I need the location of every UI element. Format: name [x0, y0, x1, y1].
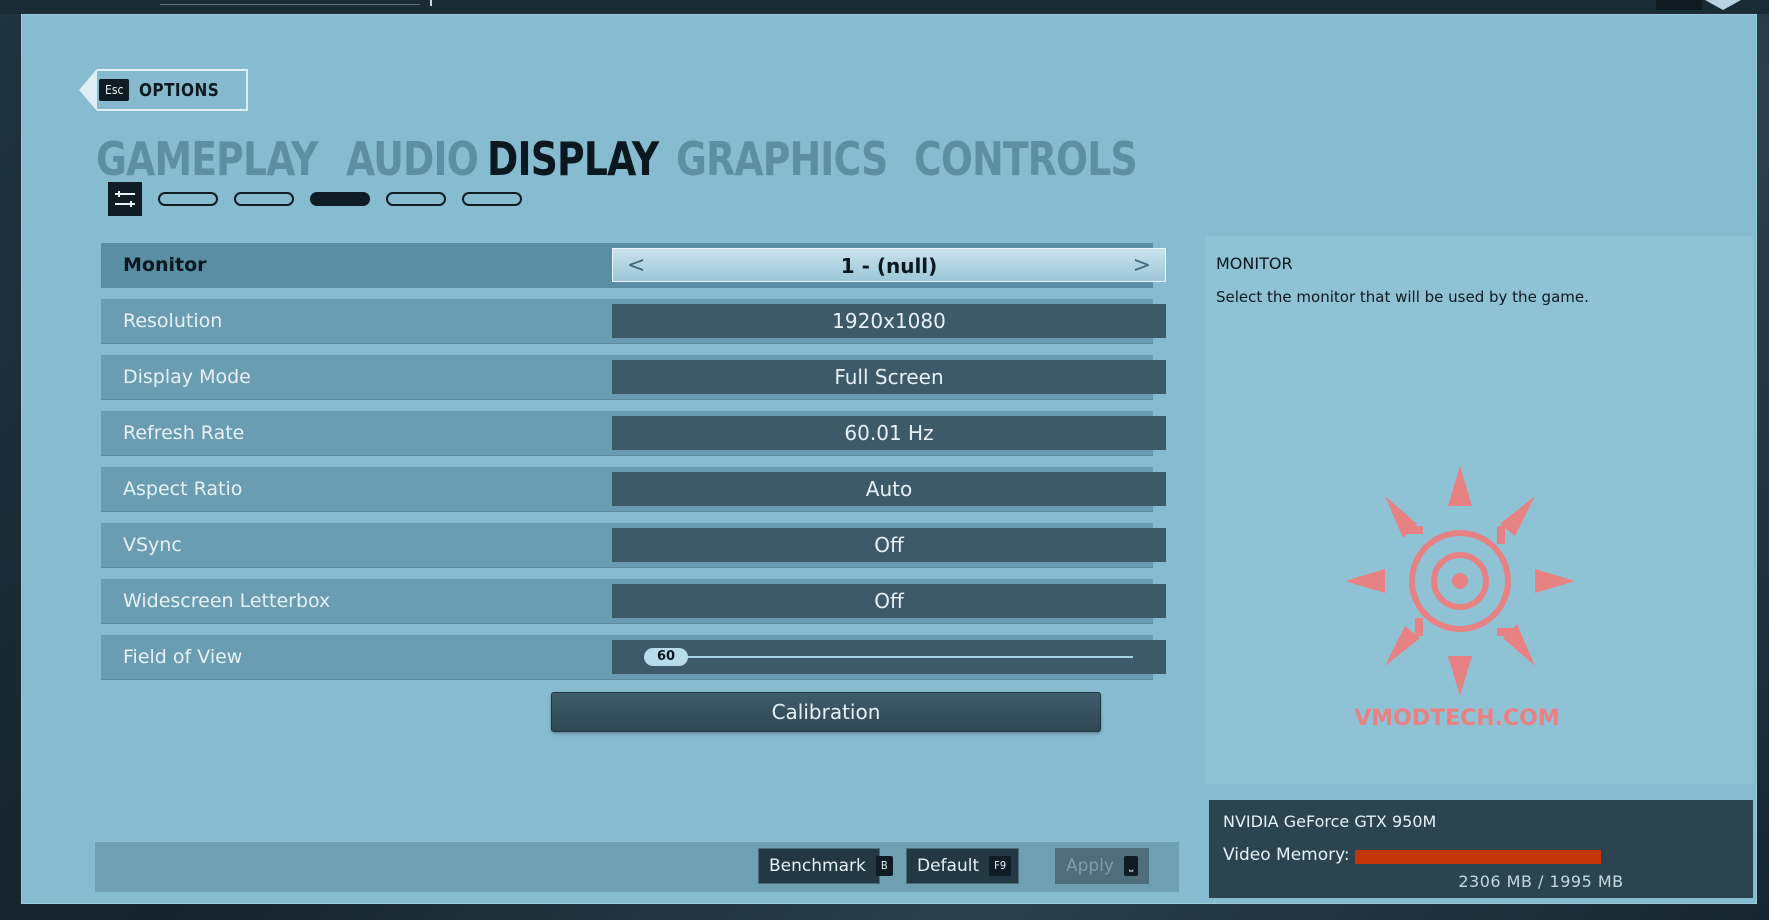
back-button-box[interactable]: Esc OPTIONS [97, 69, 248, 111]
setting-row-vsync[interactable]: VSync Off [101, 522, 1166, 568]
chevron-right-icon[interactable]: > [1133, 249, 1151, 283]
setting-row-monitor[interactable]: Monitor < 1 - (null) > [101, 242, 1166, 288]
setting-value[interactable]: Off [612, 584, 1166, 618]
setting-value[interactable]: 1920x1080 [612, 304, 1166, 338]
setting-value[interactable]: Auto [612, 472, 1166, 506]
setting-label: Monitor [123, 254, 207, 276]
setting-value: 1 - (null) [840, 254, 938, 278]
subtab-4[interactable] [386, 192, 446, 206]
esc-key-badge: Esc [99, 79, 130, 101]
back-button[interactable]: Esc OPTIONS [79, 69, 248, 111]
main-tabs: GAMEPLAY AUDIO DISPLAY GRAPHICS CONTROLS [96, 132, 1166, 186]
setting-row-field-of-view[interactable]: Field of View 60 [101, 634, 1166, 680]
slider-thumb[interactable]: 60 [644, 648, 688, 666]
bottom-action-bar: Benchmark B Default F9 Apply ⎵ [95, 842, 1179, 892]
watermark-logo-icon [1345, 466, 1575, 696]
setting-row-resolution[interactable]: Resolution 1920x1080 [101, 298, 1166, 344]
tab-audio[interactable]: AUDIO [346, 132, 479, 186]
top-notch [1705, 0, 1741, 10]
info-description: Select the monitor that will be used by … [1216, 288, 1589, 306]
monitor-selector[interactable]: < 1 - (null) > [612, 248, 1166, 282]
setting-value[interactable]: Full Screen [612, 360, 1166, 394]
apply-button[interactable]: Apply ⎵ [1055, 848, 1149, 884]
settings-list: Monitor < 1 - (null) > Resolution 1920x1… [101, 242, 1166, 690]
fov-slider[interactable]: 60 [612, 640, 1166, 674]
setting-row-widescreen-letterbox[interactable]: Widescreen Letterbox Off [101, 578, 1166, 624]
benchmark-button[interactable]: Benchmark B [758, 848, 893, 884]
top-key-hint [1656, 0, 1702, 10]
setting-value[interactable]: Off [612, 528, 1166, 562]
sliders-icon-glyph [115, 191, 135, 207]
subtab-5[interactable] [462, 192, 522, 206]
setting-label: Field of View [123, 646, 243, 668]
video-memory-value: 2306 MB / 1995 MB [1458, 872, 1624, 891]
sliders-icon[interactable] [108, 182, 142, 216]
tab-display[interactable]: DISPLAY [487, 132, 659, 186]
setting-row-aspect-ratio[interactable]: Aspect Ratio Auto [101, 466, 1166, 512]
back-arrow-icon [79, 69, 97, 111]
info-title: MONITOR [1216, 254, 1293, 273]
top-search-field [160, 0, 420, 5]
video-memory-label: Video Memory: [1223, 845, 1350, 865]
slider-track[interactable] [687, 656, 1133, 658]
subtab-strip [108, 182, 522, 216]
setting-label: VSync [123, 534, 182, 556]
back-label: OPTIONS [139, 79, 220, 101]
setting-label: Aspect Ratio [123, 478, 243, 500]
apply-label: Apply [1066, 856, 1114, 876]
apply-key-badge: ⎵ [1124, 856, 1139, 876]
tab-graphics[interactable]: GRAPHICS [676, 132, 888, 186]
top-cursor-mark [430, 0, 432, 6]
setting-value[interactable]: 60.01 Hz [612, 416, 1166, 450]
gpu-info-panel: NVIDIA GeForce GTX 950M Video Memory: 23… [1209, 800, 1753, 898]
setting-label: Refresh Rate [123, 422, 245, 444]
subtab-2[interactable] [234, 192, 294, 206]
default-label: Default [917, 856, 980, 876]
benchmark-key-badge: B [875, 856, 893, 876]
setting-label: Display Mode [123, 366, 251, 388]
tab-gameplay[interactable]: GAMEPLAY [96, 132, 318, 186]
benchmark-label: Benchmark [769, 856, 866, 876]
top-bar [0, 0, 1769, 14]
setting-row-display-mode[interactable]: Display Mode Full Screen [101, 354, 1166, 400]
options-panel: Esc OPTIONS GAMEPLAY AUDIO DISPLAY GRAPH… [21, 14, 1757, 904]
default-key-badge: F9 [989, 856, 1012, 876]
tab-controls[interactable]: CONTROLS [914, 132, 1138, 186]
subtab-1[interactable] [158, 192, 218, 206]
watermark-text: VMODTECH.COM [1354, 706, 1560, 731]
subtab-3-active[interactable] [310, 192, 370, 206]
default-button[interactable]: Default F9 [906, 848, 1019, 884]
video-memory-bar [1355, 850, 1601, 864]
chevron-left-icon[interactable]: < [627, 249, 645, 283]
setting-label: Resolution [123, 310, 223, 332]
calibration-button[interactable]: Calibration [551, 692, 1101, 732]
info-panel: MONITOR Select the monitor that will be … [1205, 236, 1753, 784]
gpu-name: NVIDIA GeForce GTX 950M [1223, 812, 1437, 831]
setting-label: Widescreen Letterbox [123, 590, 331, 612]
setting-row-refresh-rate[interactable]: Refresh Rate 60.01 Hz [101, 410, 1166, 456]
